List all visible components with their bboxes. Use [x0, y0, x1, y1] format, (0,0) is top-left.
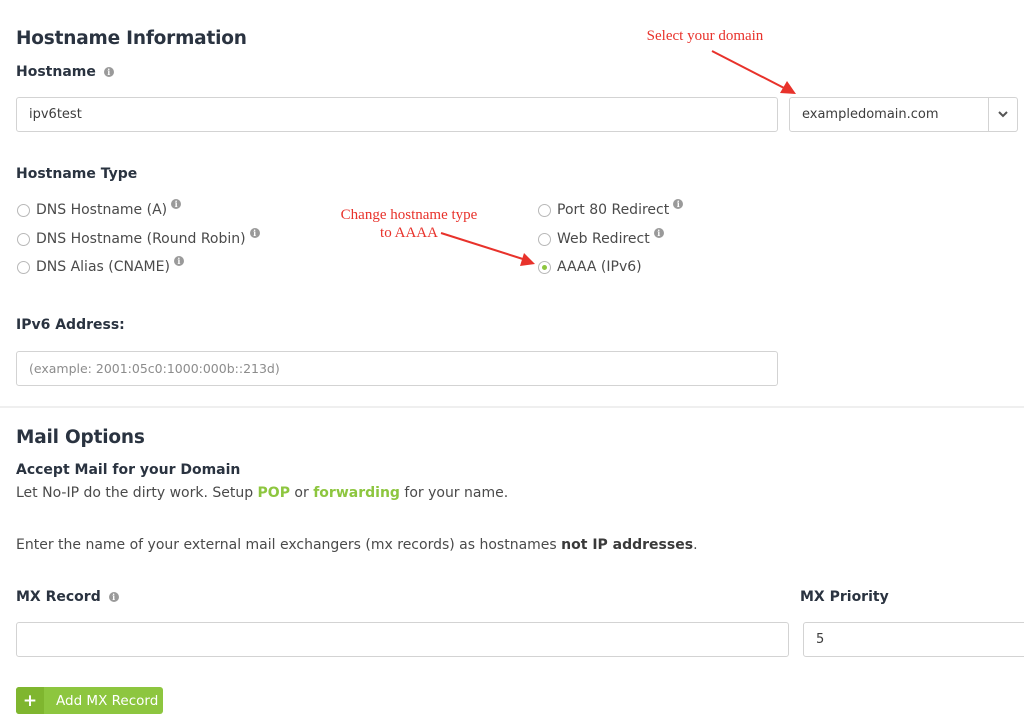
mx-priority-value: 5: [816, 632, 825, 647]
radio-port-80-redirect[interactable]: Port 80 Redirect i: [538, 199, 684, 218]
radio-dns-hostname-round-robin[interactable]: DNS Hostname (Round Robin) i: [17, 228, 260, 247]
radio-label: DNS Hostname (Round Robin): [36, 231, 246, 247]
mail-description-suffix: for your name.: [399, 485, 509, 501]
mx-priority-label: MX Priority: [800, 589, 889, 605]
radio-web-redirect[interactable]: Web Redirect i: [538, 228, 664, 247]
info-icon[interactable]: i: [673, 199, 684, 209]
hostname-label: Hostname: [16, 64, 96, 80]
mx-record-label-group: MX Record i: [16, 589, 119, 605]
info-icon[interactable]: i: [173, 256, 184, 266]
info-icon[interactable]: i: [249, 228, 260, 238]
radio-dns-hostname-a[interactable]: DNS Hostname (A) i: [17, 199, 182, 218]
mx-priority-input[interactable]: 5: [803, 622, 1024, 657]
ipv6-address-label: IPv6 Address:: [16, 317, 125, 333]
radio-label: Web Redirect: [557, 231, 650, 247]
info-icon[interactable]: i: [171, 199, 182, 209]
ipv6-address-placeholder: (example: 2001:05c0:1000:000b::213d): [29, 361, 280, 376]
radio-dot: [542, 264, 547, 270]
radio-button-checked[interactable]: [538, 260, 551, 274]
radio-button[interactable]: [17, 232, 30, 246]
annotation-arrow-domain: [711, 50, 796, 94]
radio-button[interactable]: [538, 203, 551, 217]
hostname-label-group: Hostname i: [16, 64, 114, 80]
add-mx-record-label: Add MX Record: [56, 692, 159, 709]
section-title-hostname: Hostname Information: [16, 28, 247, 49]
chevron-down-icon[interactable]: [988, 98, 1017, 131]
section-divider: [0, 406, 1024, 408]
domain-select[interactable]: exampledomain.com: [789, 97, 1018, 132]
info-icon[interactable]: i: [653, 228, 664, 238]
section-title-mail-options: Mail Options: [16, 427, 145, 448]
radio-label: DNS Hostname (A): [36, 202, 168, 218]
radio-button[interactable]: [17, 203, 30, 217]
accept-mail-heading: Accept Mail for your Domain: [16, 462, 241, 478]
mx-record-label: MX Record: [16, 589, 101, 605]
radio-label: AAAA (IPv6): [557, 259, 642, 275]
mx-record-input[interactable]: [16, 622, 789, 657]
radio-button[interactable]: [538, 232, 551, 246]
mx-note: Enter the name of your external mail exc…: [16, 537, 698, 553]
annotation-change-type-line1: Change hostname type: [340, 207, 478, 223]
mail-description-mid: or: [289, 485, 314, 501]
mx-note-suffix: .: [693, 537, 698, 553]
add-mx-record-button[interactable]: + Add MX Record: [16, 687, 163, 714]
domain-select-value: exampledomain.com: [802, 107, 939, 122]
radio-label: Port 80 Redirect: [557, 202, 670, 218]
radio-dns-alias-cname[interactable]: DNS Alias (CNAME) i: [17, 256, 184, 275]
radio-button[interactable]: [17, 260, 30, 274]
forwarding-link[interactable]: forwarding: [313, 485, 400, 501]
info-icon[interactable]: i: [108, 592, 119, 602]
hostname-type-label: Hostname Type: [16, 166, 138, 182]
annotation-arrow-type: [440, 232, 535, 266]
mx-note-bold: not IP addresses: [561, 537, 694, 553]
hostname-input-value: ipv6test: [29, 107, 82, 122]
hostname-input[interactable]: ipv6test: [16, 97, 778, 132]
mail-description: Let No-IP do the dirty work. Setup POP o…: [16, 485, 508, 501]
radio-aaaa-ipv6[interactable]: AAAA (IPv6): [538, 259, 642, 275]
info-icon[interactable]: i: [103, 67, 114, 77]
annotation-select-domain: Select your domain: [646, 28, 764, 44]
ipv6-address-input[interactable]: (example: 2001:05c0:1000:000b::213d): [16, 351, 778, 386]
mx-note-prefix: Enter the name of your external mail exc…: [16, 537, 562, 553]
mail-description-prefix: Let No-IP do the dirty work. Setup: [16, 485, 258, 501]
radio-label: DNS Alias (CNAME): [36, 259, 170, 275]
pop-link[interactable]: POP: [258, 485, 290, 501]
plus-icon: +: [16, 687, 44, 714]
